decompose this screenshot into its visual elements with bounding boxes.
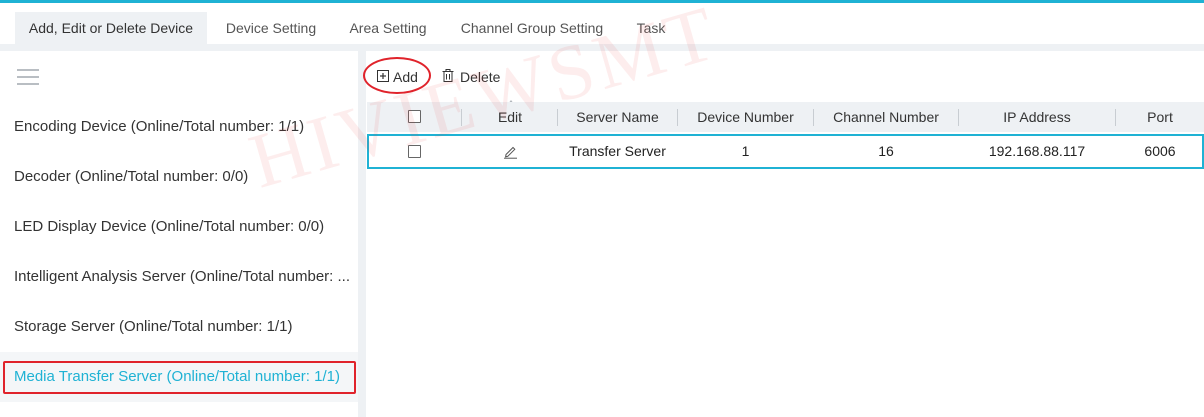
row-checkbox[interactable] bbox=[408, 145, 421, 158]
tab-area-setting[interactable]: Area Setting bbox=[335, 12, 441, 45]
sidebar-item-intelligent-analysis-server[interactable]: Intelligent Analysis Server (Online/Tota… bbox=[0, 252, 358, 302]
column-header-port[interactable]: Port bbox=[1116, 102, 1204, 132]
tab-add-edit-delete-device[interactable]: Add, Edit or Delete Device bbox=[15, 12, 207, 45]
hamburger-icon[interactable] bbox=[17, 68, 39, 86]
pencil-icon[interactable] bbox=[503, 144, 518, 159]
table-row[interactable]: Transfer Server 1 16 192.168.88.117 6006 bbox=[367, 134, 1204, 169]
tab-content-divider bbox=[0, 44, 1204, 51]
cell-server-name: Transfer Server bbox=[569, 143, 666, 159]
column-header-channel-number[interactable]: Channel Number bbox=[814, 102, 958, 132]
device-type-sidebar: Encoding Device (Online/Total number: 1/… bbox=[0, 51, 358, 417]
cell-port: 6006 bbox=[1144, 143, 1176, 159]
column-header-device-number[interactable]: Device Number bbox=[678, 102, 813, 132]
delete-button[interactable]: Delete bbox=[442, 65, 504, 89]
tab-task[interactable]: Task bbox=[623, 12, 679, 45]
table-header: Edit Server Name Device Number Channel N… bbox=[367, 102, 1204, 132]
column-header-edit[interactable]: Edit bbox=[462, 102, 558, 132]
cell-ip-address: 192.168.88.117 bbox=[988, 143, 1086, 159]
select-all-checkbox[interactable] bbox=[408, 110, 421, 123]
annotation-red-oval bbox=[363, 57, 431, 94]
trash-icon bbox=[442, 69, 454, 82]
panel-divider bbox=[358, 51, 366, 417]
sidebar-item-decoder[interactable]: Decoder (Online/Total number: 0/0) bbox=[0, 152, 358, 202]
delete-button-label: Delete bbox=[460, 69, 501, 85]
column-header-ip-address[interactable]: IP Address bbox=[959, 102, 1115, 132]
sidebar-item-led-display-device[interactable]: LED Display Device (Online/Total number:… bbox=[0, 202, 358, 252]
column-header-server-name[interactable]: Server Name bbox=[558, 102, 677, 132]
tab-channel-group-setting[interactable]: Channel Group Setting bbox=[447, 12, 617, 45]
tab-bar: Add, Edit or Delete Device Device Settin… bbox=[0, 3, 1204, 48]
cell-device-number: 1 bbox=[741, 143, 750, 159]
annotation-red-box bbox=[3, 361, 356, 394]
tab-device-setting[interactable]: Device Setting bbox=[213, 12, 329, 45]
cell-channel-number: 16 bbox=[878, 143, 894, 159]
sidebar-item-storage-server[interactable]: Storage Server (Online/Total number: 1/1… bbox=[0, 302, 358, 352]
sidebar-item-encoding-device[interactable]: Encoding Device (Online/Total number: 1/… bbox=[0, 102, 358, 152]
